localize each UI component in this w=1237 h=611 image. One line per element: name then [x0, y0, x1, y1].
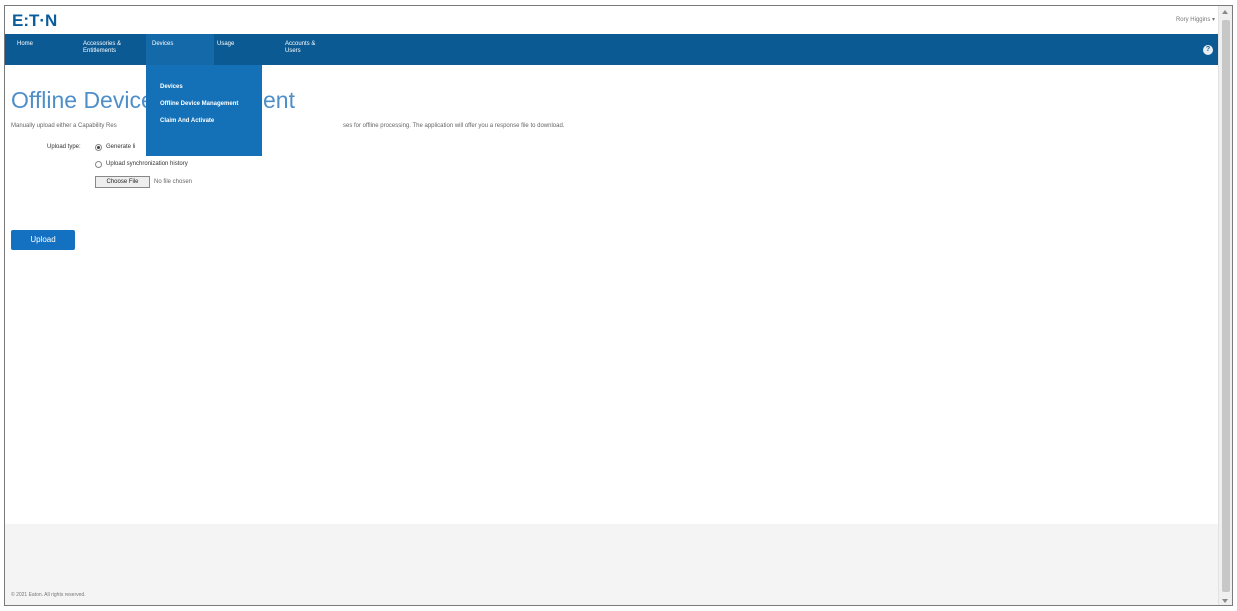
radio-generate-label: Generate li — [106, 144, 136, 150]
nav-devices-label: Devices — [152, 41, 174, 47]
scroll-up-arrow-icon[interactable] — [1222, 10, 1228, 14]
radio-upload-sync-label: Upload synchronization history — [106, 161, 188, 167]
nav-accounts-label: Accounts & Users — [285, 41, 316, 54]
nav-home-label: Home — [17, 41, 34, 47]
upload-type-label: Upload type: — [47, 144, 81, 150]
nav-devices[interactable]: Devices — [146, 34, 214, 65]
page-description-tail: ses for offline processing. The applicat… — [343, 123, 565, 129]
dropdown-item-claim-and-activate[interactable]: Claim And Activate — [160, 118, 214, 124]
vertical-scrollbar[interactable] — [1218, 6, 1232, 605]
app-frame: E:T·N Rory Higgins ▾ Home Accessories & … — [4, 5, 1233, 606]
page-title: Offline Device — [11, 87, 154, 113]
footer-copyright: © 2021 Eaton. All rights reserved. — [11, 592, 86, 598]
upload-button[interactable]: Upload — [11, 230, 75, 250]
nav-home[interactable]: Home — [17, 34, 57, 65]
nav-accounts-users[interactable]: Accounts & Users — [285, 34, 343, 65]
nav-accessories-label: Accessories & Entitlements — [83, 41, 122, 54]
dropdown-item-offline-device-management[interactable]: Offline Device Management — [160, 101, 238, 107]
radio-generate[interactable] — [95, 144, 102, 151]
footer: © 2021 Eaton. All rights reserved. — [5, 524, 1219, 605]
choose-file-button[interactable]: Choose File — [95, 176, 150, 188]
radio-upload-sync-history[interactable] — [95, 161, 102, 168]
scroll-down-arrow-icon[interactable] — [1222, 599, 1228, 603]
scroll-thumb[interactable] — [1222, 20, 1230, 592]
help-icon[interactable]: ? — [1203, 45, 1213, 55]
file-status-text: No file chosen — [154, 179, 193, 185]
nav-usage[interactable]: Usage — [217, 34, 257, 65]
devices-dropdown-menu: Devices Offline Device Management Claim … — [146, 65, 262, 156]
main-nav: Home Accessories & Entitlements Devices … — [5, 34, 1219, 65]
dropdown-item-devices[interactable]: Devices — [160, 84, 183, 90]
top-bar: E:T·N Rory Higgins ▾ — [5, 6, 1219, 34]
user-menu[interactable]: Rory Higgins ▾ — [1176, 16, 1215, 23]
page-description: Manually upload either a Capability Res — [11, 123, 117, 129]
nav-usage-label: Usage — [217, 41, 235, 47]
nav-accessories-entitlements[interactable]: Accessories & Entitlements — [83, 34, 141, 65]
eaton-logo[interactable]: E:T·N — [12, 11, 57, 31]
page-title-tail: ent — [263, 87, 295, 113]
